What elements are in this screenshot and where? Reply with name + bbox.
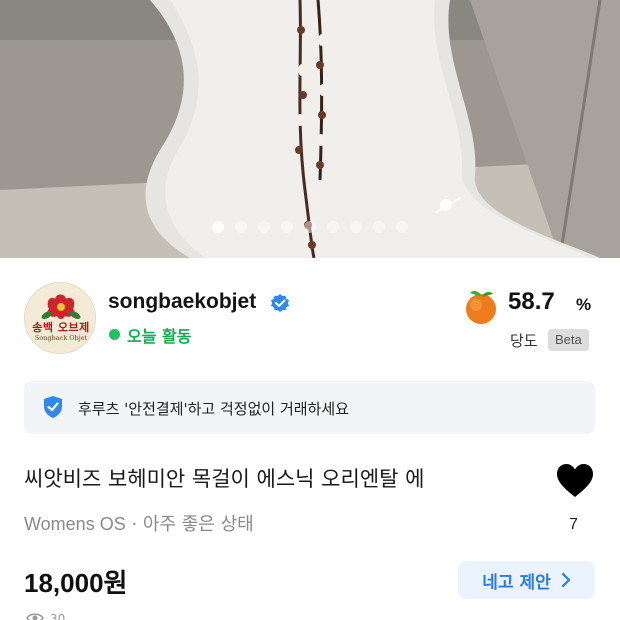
sweetness-label: 당도 (510, 332, 538, 350)
activity-status: 오늘 활동 (127, 327, 192, 346)
gallery-dot[interactable] (304, 221, 316, 233)
meta-separator: · (131, 514, 138, 535)
sweetness-value: 58.7 (508, 288, 555, 315)
seller-section: 송백 오브제 Songback Objet songbaekobjet 오늘 활… (0, 258, 620, 370)
gallery-dot[interactable] (212, 221, 224, 233)
avatar-korean-text: 송백 오브제 (32, 321, 90, 334)
verified-badge-icon (271, 294, 289, 312)
make-offer-button[interactable]: 네고 제안 (458, 561, 595, 599)
photo-scene (0, 0, 620, 258)
gallery-dot[interactable] (396, 221, 408, 233)
shield-check-icon (44, 396, 62, 418)
seller-avatar[interactable]: 송백 오브제 Songback Objet (24, 282, 96, 354)
gallery-dot[interactable] (258, 221, 270, 233)
product-title: 씨앗비즈 보헤미안 목걸이 에스닉 오리엔탈 에 (24, 467, 425, 491)
sweetness-unit: % (576, 295, 592, 314)
safe-payment-text: 후루츠 '안전결제'하고 걱정없이 거래하세요 (78, 400, 349, 418)
gallery-dot[interactable] (281, 221, 293, 233)
offer-label: 네고 제안 (482, 572, 551, 593)
product-meta: Womens OS · 아주 좋은 상태 (24, 510, 254, 536)
product-price: 18,000원 (24, 563, 127, 600)
like-heart-icon[interactable] (555, 461, 595, 501)
peach-sweetness-icon (466, 290, 496, 324)
chevron-right-icon (561, 572, 570, 588)
product-brand[interactable]: Womens OS (24, 514, 126, 534)
avatar-english-text: Songback Objet (34, 334, 88, 342)
gallery-dot[interactable] (350, 221, 362, 233)
eye-icon (26, 613, 44, 620)
gallery-dot[interactable] (373, 221, 385, 233)
price-number: 18,000 (24, 568, 104, 598)
online-status-dot (109, 329, 120, 340)
beta-badge: Beta (548, 329, 589, 351)
product-photo[interactable] (0, 0, 620, 258)
gallery-dot[interactable] (235, 221, 247, 233)
view-count: 30 (50, 612, 66, 620)
seller-name[interactable]: songbaekobjet (108, 290, 256, 314)
product-condition: 아주 좋은 상태 (142, 514, 254, 535)
gallery-indicator (0, 221, 620, 233)
gallery-dot[interactable] (327, 221, 339, 233)
price-unit: 원 (103, 569, 128, 599)
view-count-row: 30 (26, 612, 65, 620)
safe-payment-banner[interactable]: 후루츠 '안전결제'하고 걱정없이 거래하세요 (24, 381, 595, 434)
like-count: 7 (569, 516, 578, 533)
